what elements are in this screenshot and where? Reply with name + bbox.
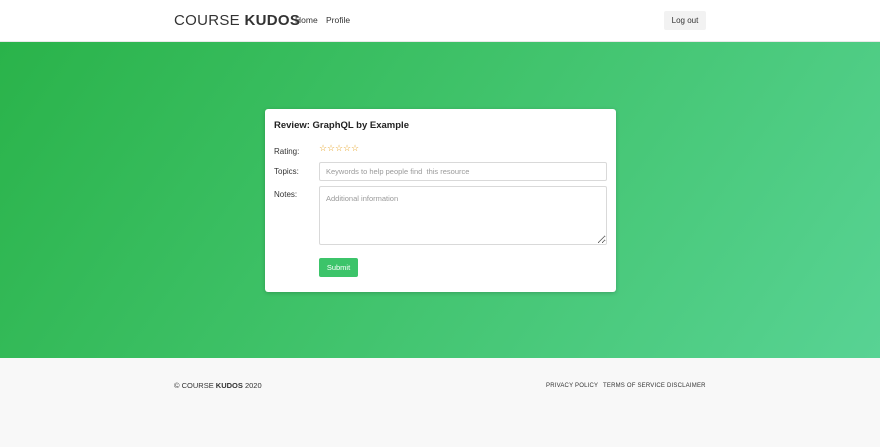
brand-text-light: COURSE <box>174 12 245 29</box>
footer-link-disclaimer[interactable]: DISCLAIMER <box>667 383 706 389</box>
top-navbar: COURSE KUDOS Home Profile Log out <box>0 0 880 42</box>
copyright-prefix: © COURSE <box>174 381 216 390</box>
footer-link-privacy[interactable]: PRIVACY POLICY <box>546 383 598 389</box>
topics-input[interactable] <box>319 162 607 181</box>
nav-link-home[interactable]: Home <box>295 15 318 25</box>
rating-stars: ☆ ☆ ☆ ☆ ☆ <box>319 143 359 153</box>
brand-text-bold: KUDOS <box>244 12 301 29</box>
footer-link-terms[interactable]: TERMS OF SERVICE <box>603 383 665 389</box>
page-footer: © COURSE KUDOS 2020 PRIVACY POLICY TERMS… <box>0 358 880 447</box>
star-icon[interactable]: ☆ <box>351 143 359 153</box>
copyright-brand: KUDOS <box>215 381 243 390</box>
submit-button[interactable]: Submit <box>319 258 358 277</box>
logout-button[interactable]: Log out <box>664 11 706 30</box>
copyright-year: 2020 <box>242 381 262 390</box>
brand-logo[interactable]: COURSE KUDOS <box>174 12 300 29</box>
star-icon[interactable]: ☆ <box>343 143 351 153</box>
notes-label: Notes: <box>274 190 298 199</box>
star-icon[interactable]: ☆ <box>335 143 343 153</box>
review-title: Review: GraphQL by Example <box>274 120 409 131</box>
review-card: Review: GraphQL by Example Rating: ☆ ☆ ☆… <box>265 109 616 292</box>
topics-label: Topics: <box>274 167 299 176</box>
copyright-text: © COURSE KUDOS 2020 <box>174 381 262 390</box>
rating-label: Rating: <box>274 147 300 156</box>
star-icon[interactable]: ☆ <box>319 143 327 153</box>
nav-link-profile[interactable]: Profile <box>326 15 350 25</box>
notes-textarea[interactable] <box>319 186 607 245</box>
star-icon[interactable]: ☆ <box>327 143 335 153</box>
